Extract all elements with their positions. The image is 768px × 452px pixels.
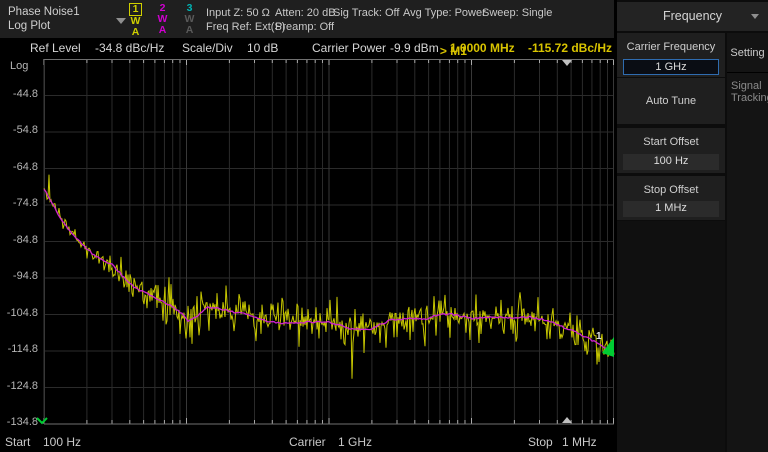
marker-m1-number: 1 [596,331,602,342]
marker-amplitude: -115.72 dBc/Hz [527,41,612,55]
menu-title: Frequency [662,9,723,23]
measurement-subtitle: Log Plot [8,20,51,32]
scale-readout-row: Ref Level -34.8 dBc/Hz Scale/Div 10 dB C… [0,38,614,58]
atten-status: Atten: 20 dB [275,7,336,19]
marker-name: > M1 [439,44,467,58]
y-tick-label: -94.8 [12,270,38,282]
trace-start-indicator-icon [36,417,48,425]
start-offset-label: Start Offset [643,136,699,148]
y-tick-label: -64.8 [12,160,38,173]
y-tick-label: -134.8 [6,416,38,428]
carrier-frequency-field[interactable]: 1 GHz [623,59,719,75]
y-tick-label: -54.8 [12,124,38,136]
chevron-down-icon [751,14,759,19]
scale-div-label: Scale/Div [182,41,233,55]
stop-offset-label: Stop Offset [643,184,699,196]
top-indicator-icon [562,60,572,66]
carrier-freq-value: 1 GHz [338,435,373,449]
y-axis-mode-label: Log [10,60,29,72]
top-status-bar: Phase Noise1 Log Plot 1 W A 2 W A 3 W A … [0,0,614,38]
start-offset-section: Start Offset 100 Hz [617,128,725,173]
sidebar-empty-area [617,221,725,452]
bottom-indicator-icon [562,417,572,423]
marker-m1-readout: > M1 1.0000 MHz -115.72 dBc/Hz [439,41,612,58]
auto-tune-button[interactable]: Auto Tune [617,78,725,124]
trace-2-indicator[interactable]: 2 W A [154,3,171,38]
trace-2-average-flag: A [158,24,167,36]
input-z-status: Input Z: 50 Ω [206,7,270,19]
stop-freq-label: Stop [528,435,553,449]
stop-offset-field[interactable]: 1 MHz [623,201,719,217]
carrier-power-label: Carrier Power [312,41,387,55]
y-tick-label: -104.8 [6,306,38,319]
ref-level-value: -34.8 dBc/Hz [95,41,165,55]
measurement-selector[interactable]: Phase Noise1 Log Plot [8,5,126,35]
chevron-down-icon [116,18,126,24]
sweep-status: Sweep: Single [482,7,553,19]
trace-3-average-flag: A [185,24,194,36]
trace-3-indicator[interactable]: 3 W A [181,3,198,38]
tab-signal-tracking[interactable]: Signal Tracking [727,73,768,104]
y-tick-label: -44.8 [12,87,38,100]
measurement-title: Phase Noise1 [8,6,80,18]
menu-sidebar: Frequency Carrier Frequency 1 GHz Auto T… [617,0,768,452]
carrier-frequency-label: Carrier Frequency [626,41,716,53]
menu-header-dropdown[interactable]: Frequency [617,2,768,31]
start-freq-value: 100 Hz [43,435,82,449]
stop-offset-section: Stop Offset 1 MHz [617,176,725,220]
trace-1-average-flag: A [131,26,140,38]
ref-level-label: Ref Level [30,41,81,55]
sidebar-tab-strip: Setting Signal Tracking [727,33,768,452]
avg-type-status: Avg Type: Power [403,7,486,19]
start-freq-label: Start [5,435,31,449]
y-tick-label: -124.8 [6,379,38,392]
carrier-frequency-section: Carrier Frequency 1 GHz [617,33,725,77]
scale-div-value: 10 dB [247,41,279,55]
y-tick-label: -74.8 [12,197,38,209]
input-settings: Input Z: 50 Ω Freq Ref: Ext(S) [206,6,285,34]
carrier-freq-label: Carrier [289,435,326,449]
freq-ref-status: Freq Ref: Ext(S) [206,21,286,33]
tab-setting[interactable]: Setting [727,33,768,73]
trace-1-indicator[interactable]: 1 W A [127,3,144,38]
trace-legend: 1 W A 2 W A 3 W A [127,3,198,38]
y-tick-label: -84.8 [12,233,38,246]
x-axis-labels: Start 100 Hz Carrier 1 GHz Stop 1 MHz [0,430,614,452]
start-offset-field[interactable]: 100 Hz [623,154,719,170]
preamp-status: Preamp: Off [275,21,335,33]
stop-freq-value: 1 MHz [562,435,597,449]
carrier-power-value: -9.9 dBm [390,41,439,55]
plot-area[interactable]: 1 [36,59,615,425]
y-tick-label: -114.8 [7,343,38,355]
atten-settings: Atten: 20 dB Preamp: Off [275,6,336,34]
sig-track-status: Sig Track: Off [333,7,400,19]
